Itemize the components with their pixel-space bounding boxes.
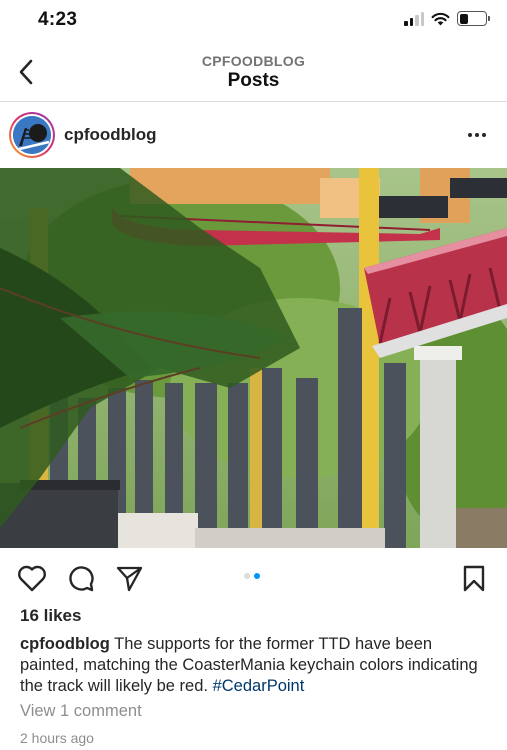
more-options-button[interactable] xyxy=(463,125,491,145)
post-caption: cpfoodblog The supports for the former T… xyxy=(20,634,490,697)
carousel-dot xyxy=(254,573,260,579)
post-header: cpfoodblog xyxy=(0,108,507,164)
post-timestamp: 2 hours ago xyxy=(20,730,94,746)
cellular-signal-icon xyxy=(404,11,424,26)
bookmark-icon xyxy=(463,565,485,592)
post-image[interactable] xyxy=(0,168,507,548)
status-bar: 4:23 xyxy=(0,0,507,44)
comment-button[interactable] xyxy=(65,562,97,594)
battery-fill xyxy=(459,13,469,24)
status-time: 4:23 xyxy=(38,9,78,30)
post-username[interactable]: cpfoodblog xyxy=(64,125,157,145)
caption-hashtag[interactable]: #CedarPoint xyxy=(213,677,305,695)
share-button[interactable] xyxy=(113,562,145,594)
avatar[interactable] xyxy=(9,112,55,158)
header-subtitle: CPFOODBLOG xyxy=(201,53,306,69)
nav-header: CPFOODBLOG Posts xyxy=(0,44,507,102)
heart-icon xyxy=(18,565,46,592)
like-button[interactable] xyxy=(16,562,48,594)
comment-icon xyxy=(69,566,94,592)
more-horizontal-icon xyxy=(468,133,472,137)
caption-username[interactable]: cpfoodblog xyxy=(20,635,110,653)
carousel-dot xyxy=(244,573,250,579)
status-icons xyxy=(404,11,490,26)
roller-coaster-photo xyxy=(0,168,507,548)
like-count[interactable]: 16 likes xyxy=(20,606,81,626)
view-comments-link[interactable]: View 1 comment xyxy=(20,702,142,721)
wifi-icon xyxy=(431,12,450,25)
carousel-dots xyxy=(244,573,260,579)
save-button[interactable] xyxy=(458,562,490,594)
battery-icon xyxy=(457,11,490,26)
page-title: Posts xyxy=(227,70,280,91)
share-icon xyxy=(116,566,143,592)
post-action-bar xyxy=(0,560,507,596)
avatar-image xyxy=(13,116,51,154)
